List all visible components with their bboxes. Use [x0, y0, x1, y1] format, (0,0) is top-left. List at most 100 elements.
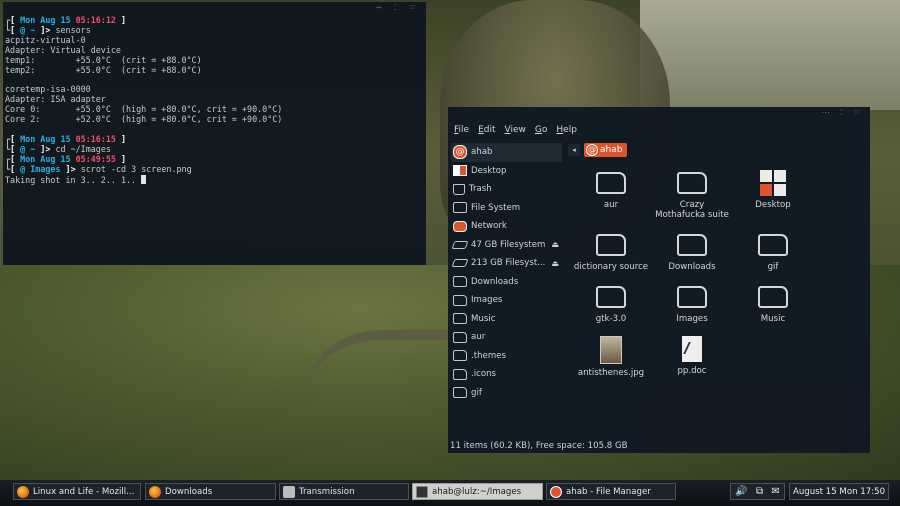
- menu-edit[interactable]: Edit: [478, 125, 495, 135]
- eject-icon[interactable]: ⏏: [551, 259, 559, 268]
- sidebar-item-47gb[interactable]: 47 GB Filesystem ⏏: [451, 236, 568, 255]
- file-manager-window-controls[interactable]: ⋯ ⁚ ⁙: [822, 108, 864, 117]
- prompt-time: 05:49:55: [75, 153, 116, 164]
- mail-icon[interactable]: ✉: [771, 486, 779, 497]
- sidebar-item-themes[interactable]: .themes: [451, 347, 568, 366]
- menu-go[interactable]: Go: [535, 125, 548, 135]
- sidebar-item-213gb[interactable]: 213 GB Filesyst... ⏏: [451, 254, 568, 273]
- firefox-icon: [149, 485, 161, 498]
- command: scrot -cd 3 screen.png: [80, 163, 192, 174]
- output-line: acpitz-virtual-0: [5, 34, 86, 45]
- sidebar-item-ahab[interactable]: @ ahab: [451, 143, 562, 162]
- terminal-output[interactable]: ┌[ Mon Aug 15 05:16:12 ] └[ @ ~ ]> senso…: [5, 15, 283, 185]
- folder-icon: [758, 234, 788, 256]
- file-item-gif[interactable]: gif: [735, 232, 811, 272]
- firefox-icon: [17, 485, 29, 498]
- output-line: Adapter: ISA adapter: [5, 94, 106, 105]
- home-icon: @: [586, 144, 598, 156]
- task-downloads[interactable]: Downloads: [145, 483, 276, 500]
- output-line: Adapter: Virtual device: [5, 44, 121, 55]
- sidebar-item-gif[interactable]: gif: [451, 384, 568, 403]
- output-line: Core 0: +55.0°C (high = +80.0°C, crit = …: [5, 104, 283, 115]
- command: sensors: [55, 24, 91, 35]
- output-line: temp2: +55.0°C (crit = +88.0°C): [5, 64, 202, 75]
- eject-icon[interactable]: ⏏: [551, 240, 559, 249]
- folder-icon: [758, 286, 788, 308]
- task-file-manager[interactable]: ahab - File Manager: [546, 483, 676, 500]
- command: cd ~/Images: [55, 143, 111, 154]
- task-transmission[interactable]: Transmission: [279, 483, 409, 500]
- file-item-crazy-suite[interactable]: Crazy Mothafucka suite: [654, 170, 730, 220]
- folder-icon: [453, 387, 467, 399]
- network-tray-icon[interactable]: ⧉: [756, 486, 763, 497]
- prompt-time: 05:16:12: [75, 15, 116, 25]
- prompt-path: Images: [30, 163, 61, 174]
- output-line: coretemp-isa-0000: [5, 84, 91, 95]
- folder-icon: [453, 331, 467, 343]
- path-button-ahab[interactable]: @ ahab: [584, 143, 628, 157]
- file-item-antisthenes[interactable]: antisthenes.jpg: [573, 336, 649, 378]
- task-terminal[interactable]: ahab@lulz:~/Images: [412, 483, 543, 500]
- document-icon: [682, 336, 702, 362]
- folder-icon: [453, 313, 467, 325]
- sidebar-item-aur[interactable]: aur: [451, 328, 568, 347]
- prompt-date: Mon Aug 15: [20, 133, 71, 144]
- file-item-aur[interactable]: aur: [573, 170, 649, 210]
- desktop-icon: [453, 165, 467, 177]
- file-item-dictionary-source[interactable]: dictionary source: [573, 232, 649, 272]
- menu-help[interactable]: Help: [556, 125, 577, 135]
- folder-icon: [453, 294, 467, 306]
- clock[interactable]: August 15 Mon 17:50: [789, 483, 889, 500]
- prompt-time: 05:16:15: [75, 133, 116, 144]
- filesystem-icon: [453, 202, 467, 214]
- prompt-date: Mon Aug 15: [20, 15, 71, 25]
- terminal-window-controls[interactable]: ⋯ ⁚ ⁙: [376, 3, 420, 13]
- sidebar-item-desktop[interactable]: Desktop: [451, 162, 568, 181]
- desktop-icon: [760, 170, 786, 196]
- file-item-images[interactable]: Images: [654, 284, 730, 324]
- folder-icon: [453, 368, 467, 380]
- folder-icon: [453, 350, 467, 362]
- folder-icon: [677, 286, 707, 308]
- volume-icon[interactable]: 🔊: [735, 486, 747, 497]
- taskbar: Linux and Life - Mozill... Downloads Tra…: [0, 480, 900, 506]
- file-item-pp-doc[interactable]: pp.doc: [654, 336, 730, 376]
- task-firefox-linux-and-life[interactable]: Linux and Life - Mozill...: [13, 483, 141, 500]
- folder-icon: [677, 234, 707, 256]
- file-item-music[interactable]: Music: [735, 284, 811, 324]
- drive-icon: [451, 259, 469, 268]
- folder-icon: [677, 172, 707, 194]
- menu-file[interactable]: File: [454, 125, 469, 135]
- menu-view[interactable]: View: [505, 125, 526, 135]
- output-line: Core 2: +52.0°C (high = +80.0°C, crit = …: [5, 114, 283, 125]
- file-manager-window[interactable]: ⋯ ⁚ ⁙ File Edit View Go Help @ ahab Deskt…: [448, 107, 870, 453]
- path-scroll-left-icon[interactable]: ◂: [568, 144, 580, 156]
- wallpaper-tree-root: [300, 330, 460, 420]
- sidebar-item-trash[interactable]: Trash: [451, 180, 568, 199]
- transmission-icon: [283, 485, 295, 498]
- folder-icon: [596, 172, 626, 194]
- prompt-date: Mon Aug 15: [20, 153, 71, 164]
- terminal-icon: [416, 485, 428, 498]
- terminal-window[interactable]: ⋯ ⁚ ⁙ ┌[ Mon Aug 15 05:16:12 ] └[ @ ~ ]>…: [3, 2, 426, 265]
- sidebar-item-images[interactable]: Images: [451, 291, 568, 310]
- sidebar-item-music[interactable]: Music: [451, 310, 568, 329]
- status-bar: 11 items (60.2 KB), Free space: 105.8 GB: [450, 441, 628, 451]
- file-manager-icon: [550, 485, 562, 498]
- folder-icon: [596, 286, 626, 308]
- file-item-desktop[interactable]: Desktop: [735, 170, 811, 210]
- file-item-gtk3[interactable]: gtk-3.0: [573, 284, 649, 324]
- sidebar-item-downloads[interactable]: Downloads: [451, 273, 568, 292]
- image-thumbnail: [600, 336, 622, 364]
- sidebar-item-network[interactable]: Network: [451, 217, 568, 236]
- sidebar-item-icons[interactable]: .icons: [451, 365, 568, 384]
- system-tray: 🔊 ⧉ ✉: [730, 483, 785, 500]
- folder-icon: [596, 234, 626, 256]
- places-sidebar: @ ahab Desktop Trash File System Network …: [451, 143, 568, 402]
- file-item-downloads[interactable]: Downloads: [654, 232, 730, 272]
- network-icon: [453, 220, 467, 232]
- path-bar: ◂ @ ahab: [568, 143, 628, 157]
- sidebar-item-file-system[interactable]: File System: [451, 199, 568, 218]
- output-line: Taking shot in 3.. 2.. 1..: [5, 174, 137, 185]
- menu-bar: File Edit View Go Help: [454, 125, 577, 135]
